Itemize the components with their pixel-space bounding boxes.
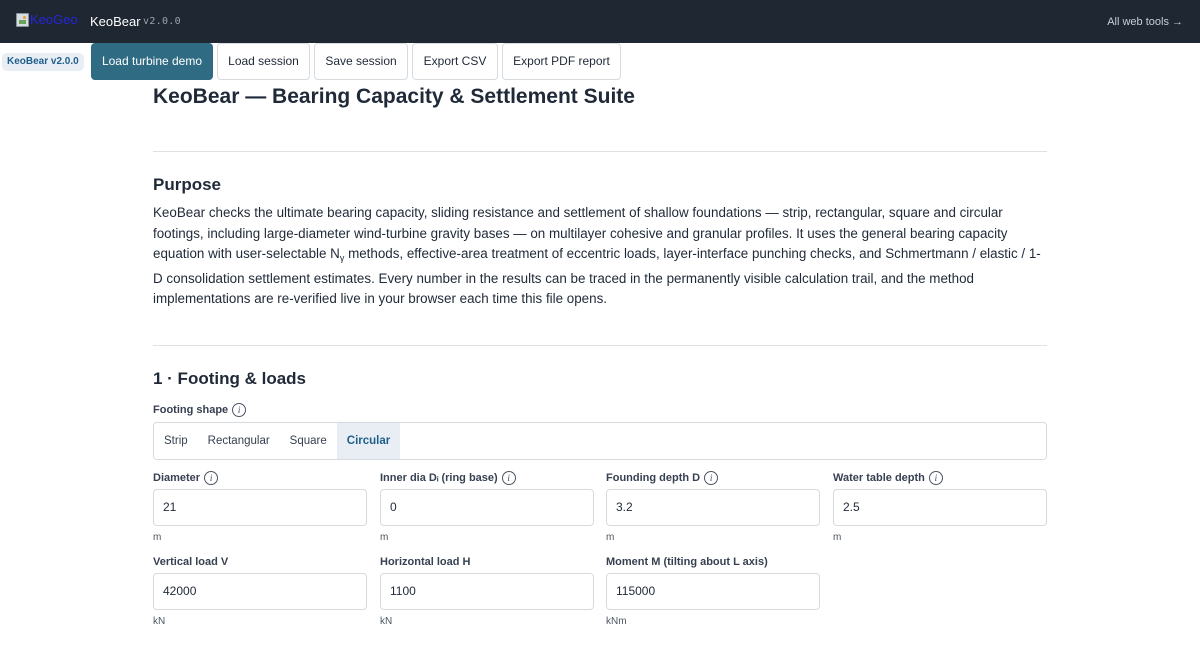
broken-image-icon (16, 13, 29, 27)
inner-diameter-label: Inner dia Dᵢ (ring base) i (380, 471, 516, 485)
export-pdf-report-button[interactable]: Export PDF report (502, 43, 621, 80)
shape-option-rectangular[interactable]: Rectangular (198, 423, 280, 459)
horizontal-load-label: Horizontal load H (380, 556, 471, 568)
load-session-button[interactable]: Load session (217, 43, 310, 80)
shape-option-square[interactable]: Square (280, 423, 337, 459)
app-name: KeoBear (90, 14, 141, 29)
shape-option-strip[interactable]: Strip (154, 423, 198, 459)
footing-shape-label: Footing shape i (153, 403, 247, 417)
top-bar: KeoGeo KeoBear v2.0.0 All web tools → (0, 0, 1200, 43)
water-table-depth-input[interactable]: 2.5 (833, 489, 1047, 526)
shape-option-circular[interactable]: Circular (336, 423, 401, 459)
keogeo-logo[interactable]: KeoGeo (16, 11, 78, 29)
horizontal-load-input[interactable]: 1100 (380, 573, 594, 610)
vertical-load-label: Vertical load V (153, 556, 229, 568)
founding-depth-label: Founding depth Di (606, 471, 719, 485)
inner-diameter-input[interactable]: 0 (380, 489, 594, 526)
load-turbine-demo-button[interactable]: Load turbine demo (91, 43, 213, 80)
info-icon[interactable]: i (704, 471, 719, 485)
founding-depth-unit: m (606, 532, 615, 543)
horizontal-load-unit: kN (380, 616, 393, 627)
purpose-text: KeoBear checks the ultimate bearing capa… (153, 205, 1041, 307)
footing-section-heading: 1 · Footing & loads (153, 369, 306, 388)
founding-depth-input[interactable]: 3.2 (606, 489, 820, 526)
diameter-label: Diameter i (153, 471, 219, 485)
purpose-heading: Purpose (153, 175, 222, 194)
vertical-load-unit: kN (153, 616, 166, 627)
all-web-tools-link[interactable]: All web tools → (1107, 15, 1183, 29)
water-table-depth-label: Water table depth i (833, 471, 943, 485)
page-title: KeoBear — Bearing Capacity & Settlement … (153, 85, 635, 108)
vertical-load-input[interactable]: 42000 (153, 573, 367, 610)
moment-input[interactable]: 115000 (606, 573, 820, 610)
diameter-input[interactable]: 21 (153, 489, 367, 526)
export-csv-button[interactable]: Export CSV (412, 43, 498, 80)
diameter-unit: m (153, 532, 162, 543)
inner-diameter-unit: m (380, 532, 389, 543)
water-table-depth-unit: m (833, 532, 842, 543)
version-badge: KeoBear v2.0.0 (2, 53, 84, 71)
divider (153, 345, 1047, 346)
save-session-button[interactable]: Save session (314, 43, 408, 80)
info-icon[interactable]: i (232, 403, 247, 417)
moment-label: Moment M (tilting about L axis) (606, 556, 768, 568)
info-icon[interactable]: i (204, 471, 219, 485)
footing-shape-selector: Strip Rectangular Square Circular (153, 422, 1047, 460)
divider (153, 151, 1047, 152)
info-icon[interactable]: i (928, 471, 943, 485)
info-icon[interactable]: i (501, 471, 516, 485)
moment-unit: kNm (606, 616, 627, 627)
app-version: v2.0.0 (143, 16, 181, 27)
logo-alt-text: KeoGeo (30, 12, 78, 27)
